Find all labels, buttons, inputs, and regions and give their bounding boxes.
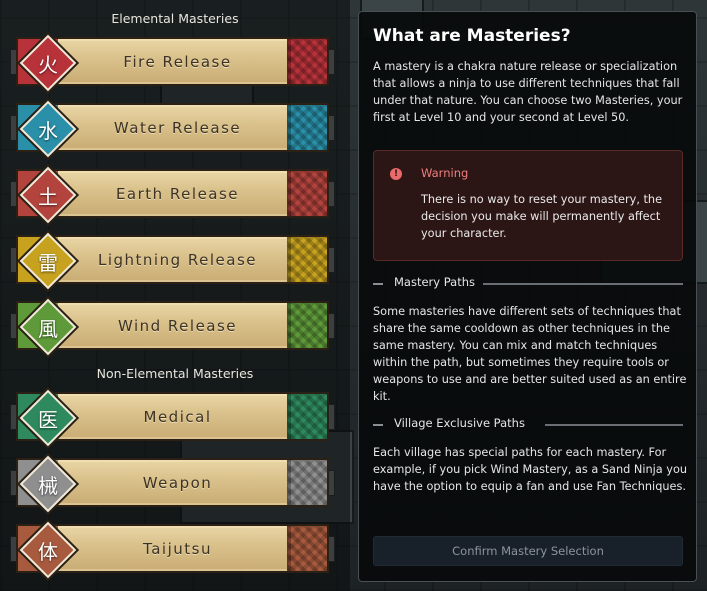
scroll-banner: 土 Earth Release [16, 166, 329, 224]
weapon-kanji-icon: 械 [38, 473, 58, 498]
color-strip-right [287, 460, 327, 505]
intro-text: A mastery is a chakra nature release or … [373, 60, 683, 124]
warning-icon: ! [390, 168, 402, 180]
mastery-paths-divider: Mastery Paths [373, 275, 683, 291]
water-kanji-icon: 水 [38, 118, 58, 143]
mastery-label: Medical [143, 407, 212, 426]
mastery-button-lightning-release[interactable]: 雷 Lightning Release [10, 232, 335, 290]
scroll-banner: 械 Weapon [16, 455, 329, 513]
color-strip-right [287, 105, 327, 150]
mastery-label: Lightning Release [97, 250, 257, 269]
mastery-label: Water Release [113, 118, 242, 137]
mastery-paths-heading: Mastery Paths [394, 275, 475, 289]
medical-kanji-icon: 医 [38, 407, 58, 432]
mastery-label: Fire Release [123, 52, 232, 71]
mastery-button-taijutsu[interactable]: 体 Taijutsu [10, 521, 335, 579]
scroll-banner: 医 Medical [16, 389, 329, 447]
warning-box: ! Warning There is no way to reset your … [373, 150, 683, 261]
color-strip-right [287, 237, 327, 282]
mastery-button-earth-release[interactable]: 土 Earth Release [10, 166, 335, 224]
scroll-banner: 水 Water Release [16, 100, 329, 158]
village-paths-text: Each village has special paths for each … [373, 446, 688, 493]
mastery-button-fire-release[interactable]: 火 Fire Release [10, 34, 335, 92]
scroll-banner: 体 Taijutsu [16, 521, 329, 579]
confirm-mastery-button[interactable]: Confirm Mastery Selection [373, 536, 683, 566]
lightning-kanji-icon: 雷 [38, 250, 58, 275]
color-strip-right [287, 39, 327, 84]
mastery-label: Earth Release [115, 184, 240, 203]
scroll-banner: 火 Fire Release [16, 34, 329, 92]
color-strip-right [287, 526, 327, 571]
mastery-button-medical[interactable]: 医 Medical [10, 389, 335, 447]
mastery-button-wind-release[interactable]: 風 Wind Release [10, 298, 335, 356]
mastery-label: Weapon [142, 473, 213, 492]
warning-title: Warning [421, 166, 469, 180]
color-strip-right [287, 394, 327, 439]
wind-kanji-icon: 風 [38, 316, 58, 341]
village-paths-divider: Village Exclusive Paths [373, 416, 683, 432]
mastery-label: Wind Release [117, 316, 238, 335]
color-strip-right [287, 303, 327, 348]
warning-text: There is no way to reset your mastery, t… [421, 193, 663, 240]
earth-kanji-icon: 土 [38, 184, 58, 209]
elemental-masteries-heading: Elemental Masteries [111, 11, 239, 26]
mastery-button-water-release[interactable]: 水 Water Release [10, 100, 335, 158]
scroll-banner: 雷 Lightning Release [16, 232, 329, 290]
non-elemental-masteries-heading: Non-Elemental Masteries [96, 366, 254, 381]
mastery-button-weapon[interactable]: 械 Weapon [10, 455, 335, 513]
fire-kanji-icon: 火 [38, 52, 58, 77]
panel-title: What are Masteries? [373, 26, 571, 46]
color-strip-right [287, 171, 327, 216]
mastery-label: Taijutsu [143, 539, 212, 558]
taijutsu-kanji-icon: 体 [38, 539, 58, 564]
mastery-paths-text: Some masteries have different sets of te… [373, 305, 687, 403]
village-paths-heading: Village Exclusive Paths [394, 416, 525, 430]
scroll-banner: 風 Wind Release [16, 298, 329, 356]
masteries-info-panel: What are Masteries? A mastery is a chakr… [358, 11, 697, 582]
